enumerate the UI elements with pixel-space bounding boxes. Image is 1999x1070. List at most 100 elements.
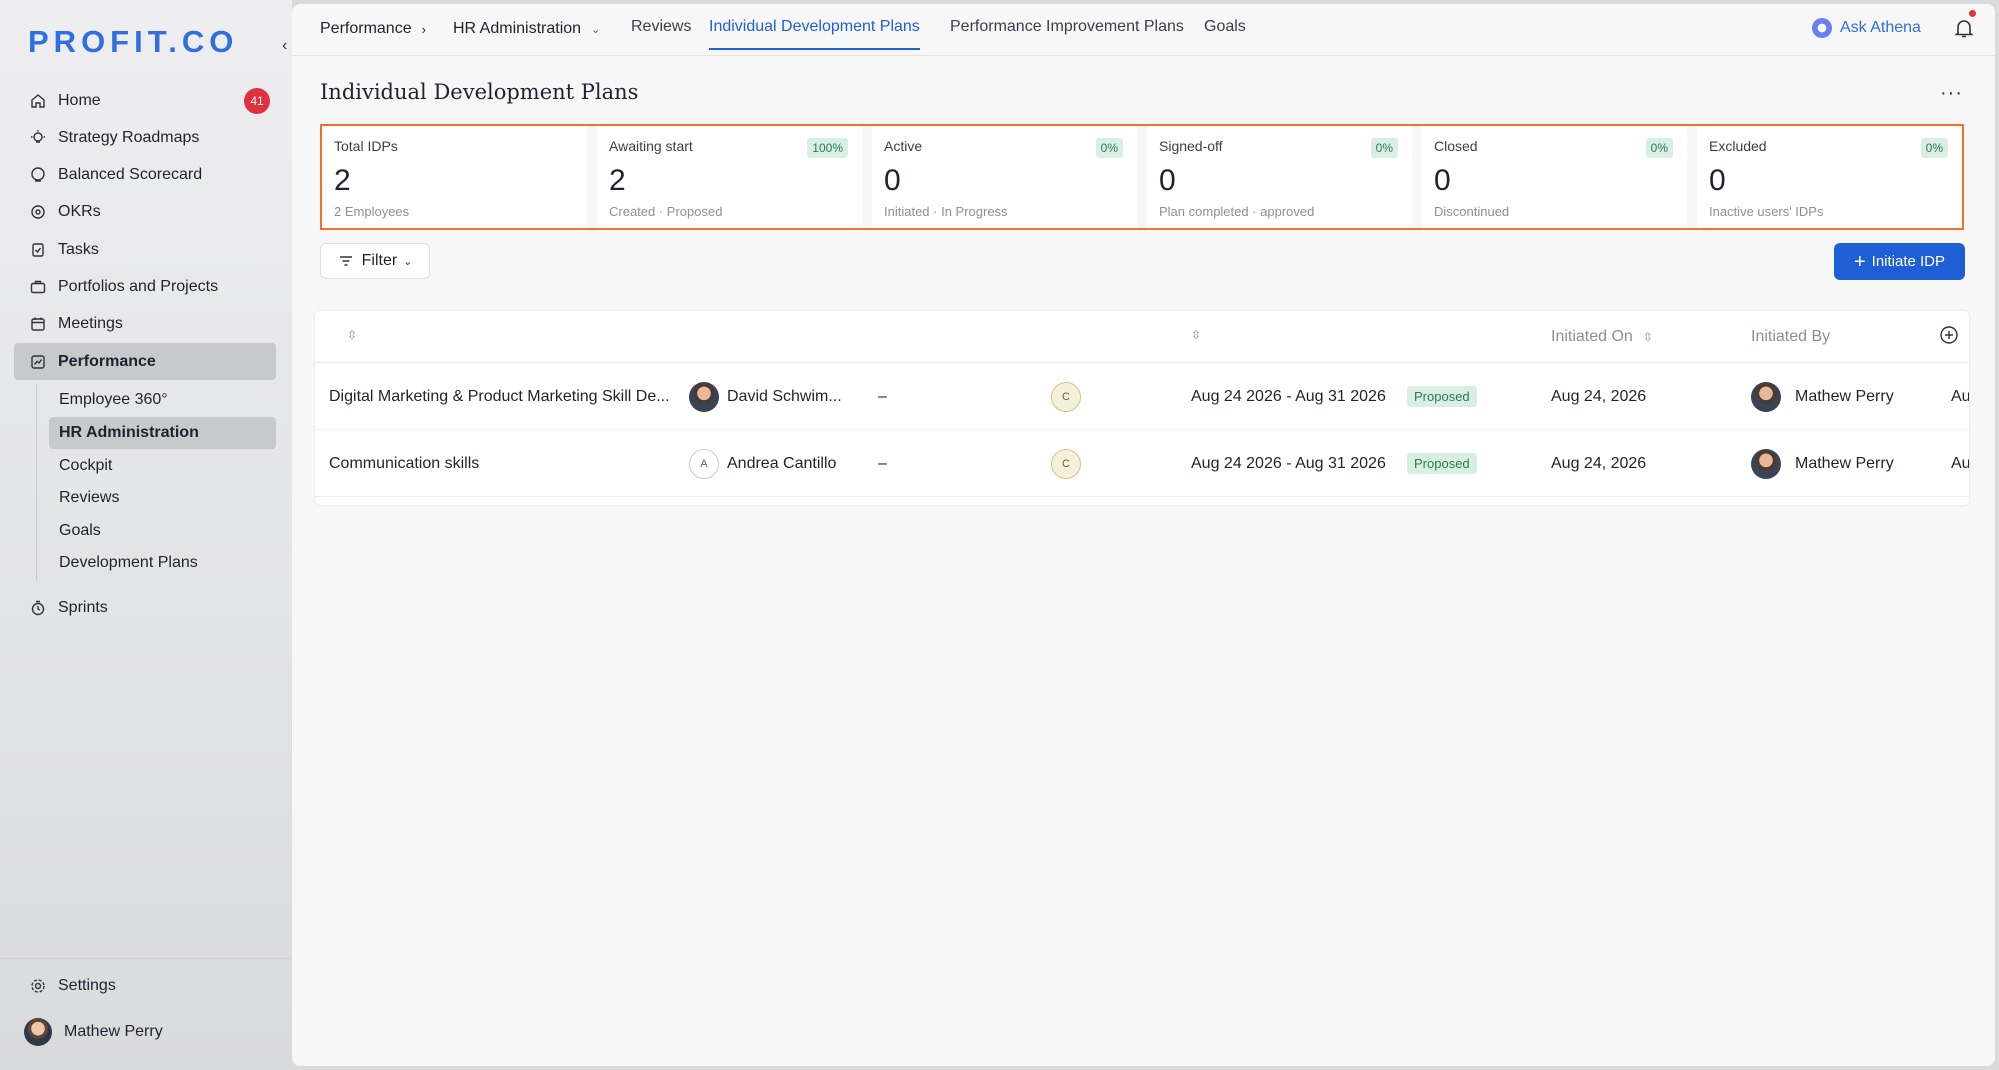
notification-badge: 41 [244,88,270,114]
subnav-goals[interactable]: Goals [49,514,276,547]
status-badge: Proposed [1407,386,1477,407]
sidebar-item-balanced-scorecard[interactable]: Balanced Scorecard [14,157,276,194]
stat-card-awaiting-start[interactable]: Awaiting start 2 Created · Proposed 100% [597,126,872,228]
add-column-icon[interactable] [1939,325,1959,345]
stat-value: 2 [334,164,351,197]
breadcrumb-hr-administration[interactable]: HR Administration ⌄ [453,20,600,38]
sidebar-item-label: Tasks [58,240,99,258]
initiated-by-cell: Mathew Perry [1751,363,1894,430]
tab-individual-development-plans[interactable]: Individual Development Plans [709,18,920,50]
sidebar-item-performance[interactable]: Performance [14,343,276,381]
subnav-development-plans[interactable]: Development Plans [49,547,276,580]
sidebar-item-tasks[interactable]: Tasks [14,231,276,268]
column-label: Initiated By [1751,328,1831,345]
chevron-down-icon: ⌄ [403,255,413,268]
sidebar-item-label: OKRs [58,203,101,221]
stat-card-total[interactable]: Total IDPs 2 2 Employees [322,126,597,228]
subnav-hr-administration[interactable]: HR Administration [49,416,276,450]
sort-name-icon[interactable]: ⇳ [347,328,357,342]
initiate-idp-button[interactable]: + Initiate IDP [1834,243,1965,280]
tab-goals[interactable]: Goals [1204,18,1246,36]
scorecard-icon [28,165,48,185]
stat-label: Signed-off [1159,138,1223,154]
cycle-badge: C [1051,448,1081,479]
stat-percent-badge: 0% [1645,138,1673,158]
subnav-employee-360[interactable]: Employee 360° [49,384,276,417]
overflow-cell: Au [1951,454,1970,472]
avatar [1751,381,1781,412]
period: Aug 24 2026 - Aug 31 2026 [1191,387,1386,405]
athena-icon [1812,18,1832,38]
sidebar-item-label: Portfolios and Projects [58,277,219,295]
tab-reviews[interactable]: Reviews [631,18,691,36]
calendar-icon [28,314,48,334]
stat-percent-badge: 100% [807,138,848,158]
sidebar-item-label: Strategy Roadmaps [58,128,200,146]
initiated-by: Mathew Perry [1795,387,1894,405]
sidebar-item-settings[interactable]: Settings [14,967,276,1004]
initiated-on: Aug 24, 2026 [1551,387,1647,405]
idp-name[interactable]: Communication skills [329,430,675,497]
sidebar-item-home[interactable]: Home 41 [14,82,276,119]
avatar: A [689,448,719,479]
stat-card-signed-off[interactable]: Signed-off 0 Plan completed · approved 0… [1147,126,1422,228]
stat-percent-badge: 0% [1370,138,1398,158]
cycle-badge: C [1051,381,1081,412]
notification-dot [1969,10,1976,17]
dash-value: – [878,454,887,472]
idp-table: ⇳ ⇳ Initiated On ⇳ Initiated By Digital … [314,310,1970,506]
ask-athena-label: Ask Athena [1840,19,1921,36]
home-icon [28,91,48,111]
logo[interactable]: PROFIT.CO [28,24,238,60]
breadcrumb-label: Performance [320,20,412,37]
stat-card-active[interactable]: Active 0 Initiated · In Progress 0% [872,126,1147,228]
sidebar: PROFIT.CO ‹ Home 41 Strategy Roadmaps Ba… [0,0,292,1070]
sidebar-item-meetings[interactable]: Meetings [14,306,276,343]
subnav-cockpit[interactable]: Cockpit [49,449,276,482]
chevron-right-icon: › [421,21,426,37]
stat-label: Total IDPs [334,138,398,154]
sidebar-item-sprints[interactable]: Sprints [14,590,276,627]
breadcrumb-label: HR Administration [453,20,582,37]
idp-name[interactable]: Digital Marketing & Product Marketing Sk… [329,363,675,430]
bell-icon[interactable] [1952,16,1976,40]
clipboard-icon [28,240,48,260]
stat-subtext: Initiated · In Progress [884,204,1008,219]
stat-subtext: 2 Employees [334,204,410,219]
more-options-icon[interactable]: ··· [1940,82,1963,105]
tab-performance-improvement-plans[interactable]: Performance Improvement Plans [950,18,1184,36]
current-user[interactable]: Mathew Perry [24,1018,163,1046]
column-label: Initiated On [1551,328,1633,345]
sidebar-item-strategy-roadmaps[interactable]: Strategy Roadmaps [14,119,276,156]
avatar [1751,448,1781,479]
sidebar-item-portfolios[interactable]: Portfolios and Projects [14,268,276,305]
subnav-reviews[interactable]: Reviews [49,482,276,515]
stat-label: Active [884,138,923,154]
table-header: ⇳ ⇳ Initiated On ⇳ Initiated By [315,311,1969,363]
stat-subtext: Created · Proposed [609,204,723,219]
avatar [24,1018,52,1046]
stat-card-closed[interactable]: Closed 0 Discontinued 0% [1422,126,1697,228]
initiated-by: Mathew Perry [1795,454,1894,472]
table-row[interactable]: Digital Marketing & Product Marketing Sk… [315,363,1969,430]
filter-button[interactable]: Filter ⌄ [320,243,430,279]
initiated-on: Aug 24, 2026 [1551,454,1647,472]
top-navigation: Performance › HR Administration ⌄ Review… [292,4,1995,56]
ask-athena-button[interactable]: Ask Athena [1812,18,1921,38]
status-cell: Proposed [1407,430,1477,497]
sort-period-icon[interactable]: ⇳ [1191,328,1201,342]
table-row[interactable]: Communication skills A Andrea Cantillo –… [315,430,1969,497]
timer-icon [28,598,48,618]
sidebar-item-label: Home [58,91,101,109]
breadcrumb-performance[interactable]: Performance › [320,20,426,38]
sidebar-item-label: Sprints [58,599,108,617]
dash-value: – [878,387,887,405]
column-initiated-by[interactable]: Initiated By [1751,328,1830,346]
sort-icon[interactable]: ⇳ [1643,330,1653,344]
column-initiated-on[interactable]: Initiated On ⇳ [1551,328,1653,346]
stat-percent-badge: 0% [1920,138,1948,158]
employee-name: David Schwim... [727,387,842,405]
stat-card-excluded[interactable]: Excluded 0 Inactive users' IDPs 0% [1697,126,1962,228]
sidebar-item-label: Meetings [58,315,123,333]
sidebar-item-okrs[interactable]: OKRs [14,194,276,231]
